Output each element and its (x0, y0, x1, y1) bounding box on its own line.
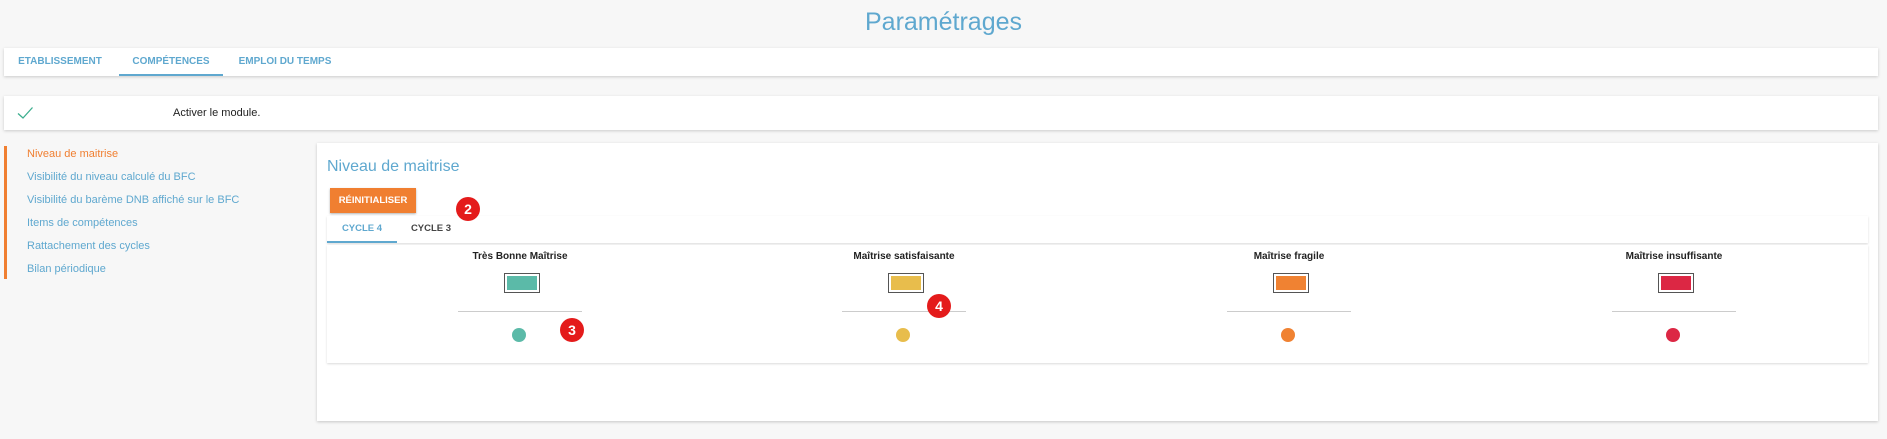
color-dot (896, 328, 910, 342)
level-tres-bonne-maitrise: Très Bonne Maîtrise (410, 245, 630, 363)
tab-cycle-4[interactable]: CYCLE 4 (327, 216, 397, 243)
swatch-fill (891, 276, 921, 290)
check-icon[interactable] (16, 104, 34, 122)
color-picker-swatch[interactable] (1273, 273, 1309, 293)
level-maitrise-insuffisante: Maîtrise insuffisante (1564, 245, 1784, 363)
sidebar: Niveau de maitrise Visibilité du niveau … (4, 146, 297, 279)
tab-competences[interactable]: COMPÉTENCES (119, 48, 223, 76)
content-card: Niveau de maitrise RÉINITIALISER CYCLE 4… (317, 143, 1878, 421)
level-input-underline[interactable] (1227, 311, 1351, 312)
color-picker-swatch[interactable] (504, 273, 540, 293)
cycle-tabs: CYCLE 4 CYCLE 3 (327, 216, 1868, 243)
level-name: Maîtrise satisfaisante (853, 251, 955, 262)
tab-etablissement[interactable]: ETABLISSEMENT (4, 48, 116, 76)
level-name: Maîtrise fragile (1253, 251, 1325, 262)
top-tabs: ETABLISSEMENT COMPÉTENCES EMPLOI DU TEMP… (4, 48, 1878, 76)
tab-emploi-du-temps[interactable]: EMPLOI DU TEMPS (228, 48, 342, 76)
sidebar-item-visibilite-bareme-dnb[interactable]: Visibilité du barème DNB affiché sur le … (27, 194, 239, 206)
sidebar-item-rattachement-des-cycles[interactable]: Rattachement des cycles (27, 240, 150, 252)
swatch-fill (507, 276, 537, 290)
sidebar-item-niveau-de-maitrise[interactable]: Niveau de maitrise (27, 148, 118, 160)
level-name: Maîtrise insuffisante (1625, 251, 1723, 262)
step-badge-2: 2 (456, 197, 480, 221)
sidebar-item-visibilite-bfc[interactable]: Visibilité du niveau calculé du BFC (27, 171, 196, 183)
level-maitrise-fragile: Maîtrise fragile (1179, 245, 1399, 363)
swatch-fill (1661, 276, 1691, 290)
page-title: Paramétrages (864, 8, 1023, 36)
tab-cycle-3[interactable]: CYCLE 3 (402, 216, 460, 241)
level-name: Très Bonne Maîtrise (472, 251, 568, 262)
section-title: Niveau de maitrise (327, 158, 460, 175)
color-picker-swatch[interactable] (888, 273, 924, 293)
color-picker-swatch[interactable] (1658, 273, 1694, 293)
swatch-fill (1276, 276, 1306, 290)
level-input-underline[interactable] (1612, 311, 1736, 312)
reset-button[interactable]: RÉINITIALISER (330, 188, 416, 213)
color-dot (512, 328, 526, 342)
sidebar-item-bilan-periodique[interactable]: Bilan périodique (27, 263, 106, 275)
module-bar: Activer le module. (4, 96, 1878, 130)
level-maitrise-satisfaisante: Maîtrise satisfaisante (794, 245, 1014, 363)
step-badge-3: 3 (560, 318, 584, 342)
sidebar-item-items-de-competences[interactable]: Items de compétences (27, 217, 138, 229)
levels-area: Très Bonne Maîtrise Maîtrise satisfaisan… (327, 245, 1868, 363)
module-label: Activer le module. (173, 107, 261, 119)
level-input-underline[interactable] (458, 311, 582, 312)
color-dot (1666, 328, 1680, 342)
step-badge-4: 4 (927, 294, 951, 318)
color-dot (1281, 328, 1295, 342)
